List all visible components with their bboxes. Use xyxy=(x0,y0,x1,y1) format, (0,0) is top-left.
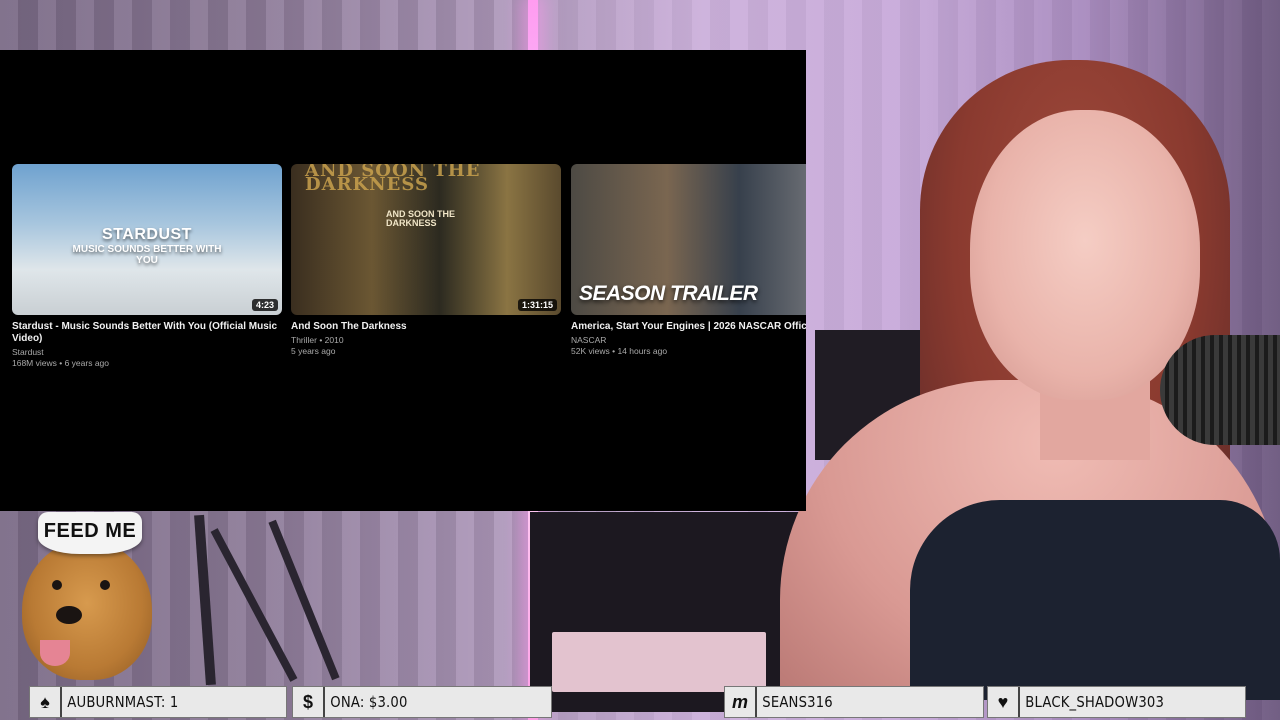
dog-tongue xyxy=(40,640,70,666)
thumbnail-title: STARDUST xyxy=(102,226,192,243)
cardboard-box xyxy=(552,632,766,692)
video-title[interactable]: America, Start Your Engines | 2026 NASCA… xyxy=(571,321,806,333)
feed-me-label: FEED ME xyxy=(43,520,137,542)
dog-nose xyxy=(56,606,82,624)
dollar-icon: $ xyxy=(293,687,325,717)
youtube-video-grid: STARDUST MUSIC SOUNDS BETTER WITH YOU 4:… xyxy=(0,50,806,511)
video-thumbnail[interactable]: STARDUST MUSIC SOUNDS BETTER WITH YOU 4:… xyxy=(12,164,282,315)
dog-eye xyxy=(100,580,110,590)
dog-overlay xyxy=(22,540,152,680)
video-card[interactable]: AND SOON THE DARKNESS AND SOON THE DARKN… xyxy=(291,164,563,357)
alert-text: BLACK_SHADOW303 xyxy=(1025,693,1165,711)
alert-latest-member: m SEANS316 xyxy=(724,686,984,718)
video-stats: 5 years ago xyxy=(291,346,336,356)
video-duration: 4:23 xyxy=(251,299,278,311)
thumbnail-subtitle: AND SOON THE DARKNESS xyxy=(386,209,456,228)
feed-me-hat: FEED ME xyxy=(38,512,142,554)
alert-latest-subscriber: ♥ BLACK_SHADOW303 xyxy=(987,686,1246,718)
m-logo-icon: m xyxy=(725,687,757,717)
alert-text: AUBURNMAST: 1 xyxy=(67,693,179,711)
streamer-face xyxy=(970,110,1200,400)
video-stats: 52K views • 14 hours ago xyxy=(571,346,668,356)
video-channel[interactable]: Thriller • 2010 xyxy=(291,335,563,346)
thumbnail-subtitle: MUSIC SOUNDS BETTER WITH YOU xyxy=(72,244,222,266)
video-thumbnail[interactable]: AND SOON THE DARKNESS AND SOON THE DARKN… xyxy=(291,164,561,315)
video-stats: 168M views • 6 years ago xyxy=(12,358,109,368)
thumbnail-title: AND SOON THE DARKNESS xyxy=(305,164,481,195)
video-title[interactable]: Stardust - Music Sounds Better With You … xyxy=(12,321,284,345)
microphone xyxy=(1160,335,1280,445)
alert-latest-follower: ♠ AUBURNMAST: 1 xyxy=(29,686,287,718)
video-card[interactable]: SEASON TRAILER America, Start Your Engin… xyxy=(571,164,806,357)
alert-latest-tip: $ ONA: $3.00 xyxy=(292,686,552,718)
streamer-top xyxy=(910,500,1280,700)
video-channel[interactable]: Stardust xyxy=(12,347,284,358)
alert-text: ONA: $3.00 xyxy=(330,693,408,711)
video-thumbnail[interactable]: SEASON TRAILER xyxy=(571,164,806,315)
video-duration: 1:31:15 xyxy=(517,299,557,311)
video-card[interactable]: STARDUST MUSIC SOUNDS BETTER WITH YOU 4:… xyxy=(12,164,284,369)
dog-eye xyxy=(52,580,62,590)
alert-text: SEANS316 xyxy=(762,693,833,711)
heart-icon: ♥ xyxy=(988,687,1020,717)
video-channel[interactable]: NASCAR xyxy=(571,335,806,346)
stream-scene: STARDUST MUSIC SOUNDS BETTER WITH YOU 4:… xyxy=(0,0,1280,720)
thumbnail-title: SEASON TRAILER xyxy=(579,282,758,305)
spade-icon: ♠ xyxy=(30,687,62,717)
video-title[interactable]: And Soon The Darkness xyxy=(291,321,563,333)
